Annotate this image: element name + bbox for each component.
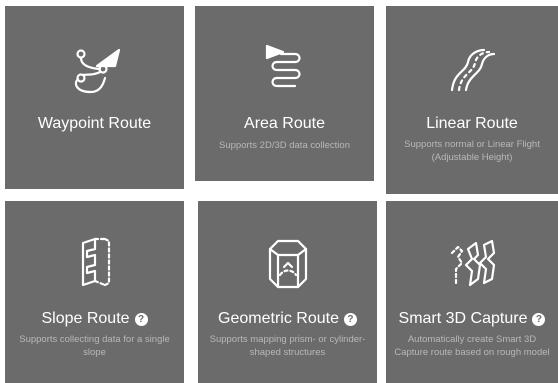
slope-route-label: Slope Route	[41, 310, 130, 327]
geometric-route-icon	[260, 235, 316, 291]
waypoint-route-card[interactable]: Waypoint Route	[5, 6, 184, 189]
linear-route-card[interactable]: Linear Route Supports normal or Linear F…	[386, 6, 558, 194]
help-icon[interactable]: ?	[343, 313, 357, 326]
smart-3d-capture-icon	[444, 235, 500, 291]
smart-3d-capture-title: Smart 3D Capture?	[386, 309, 558, 329]
linear-route-description: Supports normal or Linear Flight (Adjust…	[404, 139, 540, 163]
linear-route-icon	[444, 42, 500, 98]
geometric-route-card[interactable]: Geometric Route? Supports mapping prism-…	[198, 201, 377, 383]
linear-route-title: Linear Route	[426, 115, 518, 132]
help-icon[interactable]: ?	[532, 313, 546, 326]
slope-route-title: Slope Route?	[5, 309, 184, 329]
waypoint-route-title: Waypoint Route	[37, 115, 152, 132]
smart-3d-capture-card[interactable]: Smart 3D Capture? Automatically create S…	[386, 201, 558, 383]
area-route-icon	[257, 40, 313, 96]
slope-route-icon	[67, 235, 123, 291]
slope-route-description: Supports collecting data for a single sl…	[19, 334, 170, 358]
waypoint-route-icon	[67, 44, 123, 100]
area-route-description: Supports 2D/3D data collection	[219, 140, 350, 151]
slope-route-card[interactable]: Slope Route? Supports collecting data fo…	[5, 201, 184, 383]
area-route-card[interactable]: Area Route Supports 2D/3D data collectio…	[195, 6, 374, 181]
area-route-title: Area Route	[244, 115, 325, 132]
help-icon[interactable]: ?	[134, 313, 148, 326]
geometric-route-description: Supports mapping prism- or cylinder-shap…	[209, 334, 366, 358]
smart-3d-capture-description: Automatically create Smart 3D Capture ro…	[394, 334, 550, 358]
geometric-route-title: Geometric Route?	[198, 309, 377, 329]
smart-3d-capture-label: Smart 3D Capture	[398, 310, 528, 327]
geometric-route-label: Geometric Route	[218, 310, 339, 327]
